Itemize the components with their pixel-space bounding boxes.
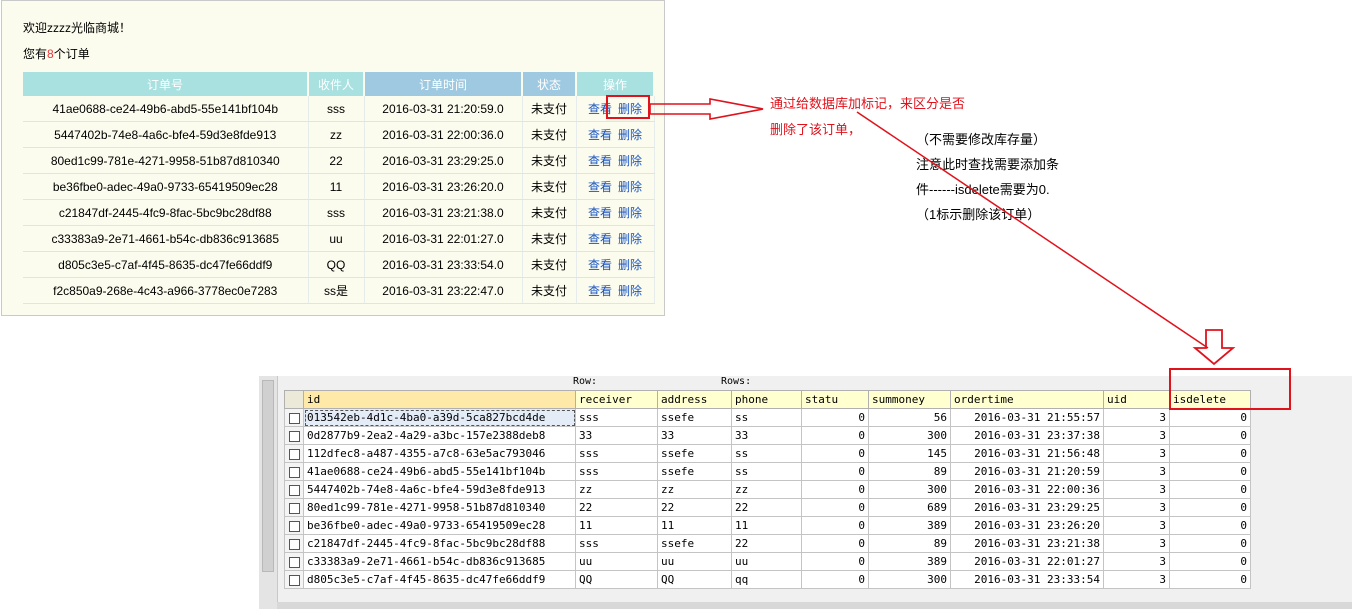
pointer-line xyxy=(856,111,1209,349)
annotation-overlay xyxy=(606,95,1291,410)
delete-highlight-box xyxy=(606,95,650,119)
right-arrow-icon xyxy=(649,98,764,120)
down-arrow-icon xyxy=(1192,329,1236,366)
isdelete-highlight-box xyxy=(1169,368,1291,410)
